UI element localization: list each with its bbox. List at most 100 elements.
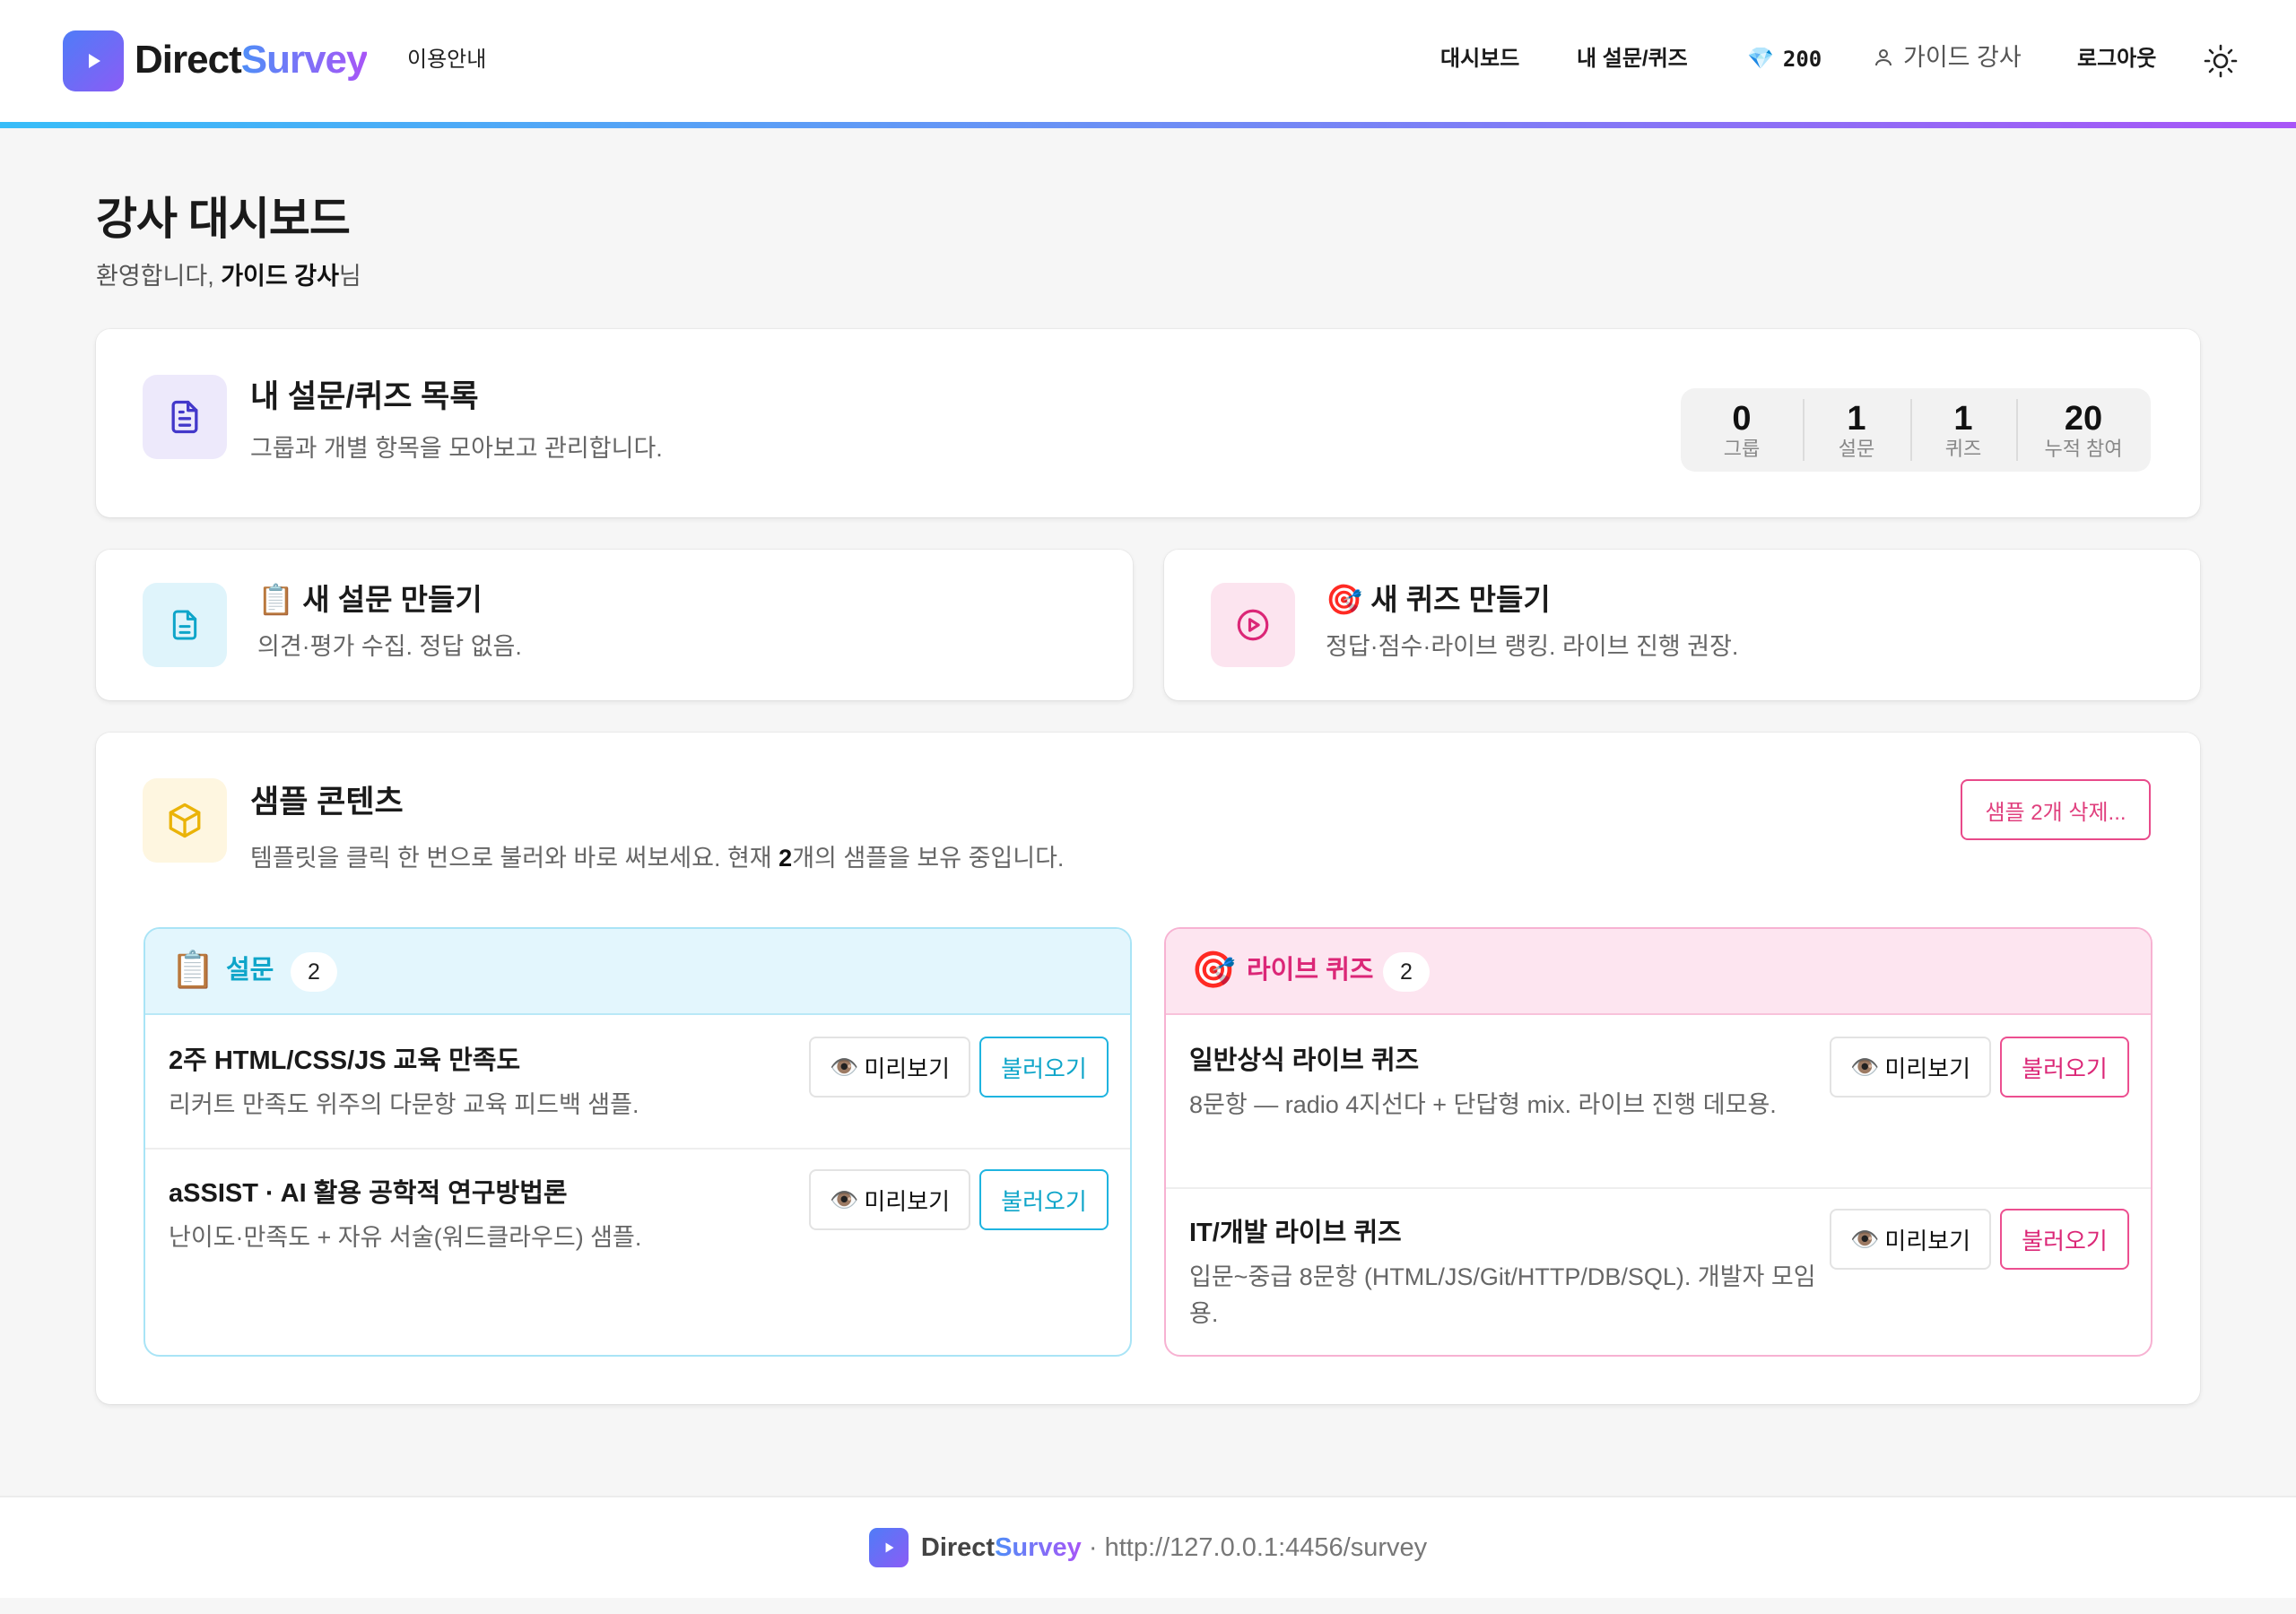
list-item: aSSIST · AI 활용 공학적 연구방법론 난이도·만족도 + 자유 서술… (145, 1150, 1130, 1282)
item-title: 일반상식 라이브 퀴즈 (1189, 1046, 1420, 1075)
target-icon: 🎯 (1326, 583, 1363, 616)
footer-text: DirectSurvey · http://127.0.0.1:4456/sur… (921, 1533, 1427, 1563)
create-quiz-title: 🎯 새 퀴즈 만들기 (1326, 579, 1551, 620)
target-icon: 🎯 (1191, 950, 1236, 990)
list-card-desc: 그룹과 개별 항목을 모아보고 관리합니다. (250, 435, 663, 462)
load-button[interactable]: 불러오기 (979, 1037, 1109, 1098)
eye-icon: 👁️ (1849, 1225, 1880, 1253)
brand-part-direct: Direct (135, 38, 242, 82)
samples-desc-count: 2 (778, 845, 793, 872)
samples-desc-prefix: 템플릿을 클릭 한 번으로 불러와 바로 써보세요. 현재 (250, 845, 779, 872)
create-survey-desc: 의견·평가 수집. 정답 없음. (257, 633, 522, 660)
item-desc: 난이도·만족도 + 자유 서술(워드클라우드) 샘플. (169, 1224, 642, 1251)
stat-label: 누적 참여 (2044, 437, 2123, 460)
create-quiz-desc: 정답·점수·라이브 랭킹. 라이브 진행 권장. (1326, 633, 1739, 660)
stat-value: 1 (1847, 399, 1866, 438)
create-survey-card[interactable]: 📋 새 설문 만들기 의견·평가 수집. 정답 없음. (96, 550, 1133, 700)
preview-label: 미리보기 (864, 1187, 951, 1215)
list-item: IT/개발 라이브 퀴즈 입문~중급 8문항 (HTML/JS/Git/HTTP… (1166, 1189, 2151, 1355)
eye-icon: 👁️ (1849, 1053, 1880, 1080)
logo-icon[interactable] (63, 30, 124, 91)
preview-label: 미리보기 (1884, 1227, 1971, 1254)
stat-label: 퀴즈 (1944, 437, 1982, 460)
item-title: IT/개발 라이브 퀴즈 (1189, 1219, 1402, 1247)
stat-value: 20 (2064, 399, 2103, 438)
preview-button[interactable]: 👁️ 미리보기 (1830, 1209, 1991, 1270)
preview-button[interactable]: 👁️ 미리보기 (1830, 1037, 1991, 1098)
guide-link[interactable]: 이용안내 (407, 45, 486, 75)
theme-toggle-sun-icon[interactable] (2203, 43, 2239, 79)
footer-brand-direct: Direct (920, 1532, 996, 1562)
stat-surveys: 1 설문 (1803, 388, 1910, 472)
welcome-prefix: 환영합니다, (96, 263, 222, 290)
document-icon (143, 375, 227, 459)
stat-value: 1 (1953, 399, 1973, 438)
create-survey-title: 📋 새 설문 만들기 (257, 579, 483, 620)
survey-panel-header: 📋 설문 2 (145, 929, 1130, 1015)
list-item: 일반상식 라이브 퀴즈 8문항 — radio 4지선다 + 단답형 mix. … (1166, 1017, 2151, 1189)
quiz-panel-header: 🎯 라이브 퀴즈 2 (1166, 929, 2151, 1015)
footer-logo-icon (868, 1528, 909, 1567)
header-accent-line (0, 122, 2296, 128)
stat-groups: 0 그룹 (1681, 388, 1803, 472)
create-quiz-card[interactable]: 🎯 새 퀴즈 만들기 정답·점수·라이브 랭킹. 라이브 진행 권장. (1164, 550, 2200, 700)
create-quiz-label: 새 퀴즈 만들기 (1370, 583, 1551, 616)
survey-panel-title: 설문 (226, 956, 274, 985)
preview-label: 미리보기 (864, 1054, 951, 1082)
preview-button[interactable]: 👁️ 미리보기 (809, 1169, 970, 1230)
load-button[interactable]: 불러오기 (979, 1169, 1109, 1230)
user-name: 가이드 강사 (1903, 44, 2022, 71)
stat-participation: 20 누적 참여 (2016, 388, 2151, 472)
survey-count-badge: 2 (291, 952, 337, 992)
gem-count: 200 (1782, 47, 1822, 72)
top-header: DirectSurvey 이용안내 대시보드 내 설문/퀴즈 💎 200 가이드… (0, 0, 2296, 122)
samples-desc: 템플릿을 클릭 한 번으로 불러와 바로 써보세요. 현재 2개의 샘플을 보유… (250, 842, 1064, 874)
load-button[interactable]: 불러오기 (2000, 1037, 2129, 1098)
footer: DirectSurvey · http://127.0.0.1:4456/sur… (0, 1496, 2296, 1598)
box-icon (143, 778, 227, 863)
survey-document-icon (143, 583, 227, 667)
user-icon (1875, 49, 1892, 66)
create-survey-label: 새 설문 만들기 (302, 583, 483, 616)
clipboard-icon: 📋 (170, 950, 215, 990)
item-desc: 8문항 — radio 4지선다 + 단답형 mix. 라이브 진행 데모용. (1189, 1091, 1777, 1118)
footer-url: · http://127.0.0.1:4456/survey (1081, 1532, 1428, 1562)
welcome-name: 가이드 강사 (221, 263, 339, 290)
item-desc: 리커트 만족도 위주의 다문항 교육 피드백 샘플. (169, 1091, 639, 1118)
gem-balance[interactable]: 💎 200 (1747, 43, 1822, 75)
nav-my-surveys[interactable]: 내 설문/퀴즈 (1577, 43, 1688, 75)
samples-title: 샘플 콘텐츠 (250, 785, 404, 820)
logout-link[interactable]: 로그아웃 (2077, 43, 2156, 75)
eye-icon: 👁️ (829, 1053, 859, 1080)
welcome-message: 환영합니다, 가이드 강사님 (96, 260, 361, 292)
quiz-panel-title: 라이브 퀴즈 (1247, 956, 1374, 985)
quiz-count-badge: 2 (1383, 952, 1430, 992)
samples-desc-suffix: 개의 샘플을 보유 중입니다. (792, 845, 1065, 872)
item-title: aSSIST · AI 활용 공학적 연구방법론 (169, 1179, 568, 1208)
survey-samples-panel: 📋 설문 2 2주 HTML/CSS/JS 교육 만족도 리커트 만족도 위주의… (144, 927, 1132, 1357)
user-menu[interactable]: 가이드 강사 (1873, 41, 2022, 74)
brand-part-survey: Survey (240, 38, 369, 82)
item-desc: 입문~중급 8문항 (HTML/JS/Git/HTTP/DB/SQL). 개발자… (1189, 1263, 1816, 1327)
footer-brand: DirectSurvey (921, 1533, 1082, 1562)
page-title: 강사 대시보드 (96, 194, 351, 244)
eye-icon: 👁️ (829, 1185, 859, 1213)
stat-quizzes: 1 퀴즈 (1910, 388, 2016, 472)
list-card-title: 내 설문/퀴즈 목록 (250, 379, 479, 414)
list-item: 2주 HTML/CSS/JS 교육 만족도 리커트 만족도 위주의 다문항 교육… (145, 1017, 1130, 1150)
gem-icon: 💎 (1747, 47, 1774, 71)
stat-label: 그룹 (1723, 437, 1761, 460)
nav-dashboard[interactable]: 대시보드 (1440, 43, 1519, 75)
load-button[interactable]: 불러오기 (2000, 1209, 2129, 1270)
preview-label: 미리보기 (1884, 1054, 1971, 1082)
item-title: 2주 HTML/CSS/JS 교육 만족도 (169, 1046, 521, 1075)
stats-bar: 0 그룹 1 설문 1 퀴즈 20 누적 참여 (1681, 388, 2151, 472)
welcome-suffix: 님 (338, 263, 361, 290)
brand-logo-text[interactable]: DirectSurvey (135, 34, 369, 86)
quiz-samples-panel: 🎯 라이브 퀴즈 2 일반상식 라이브 퀴즈 8문항 — radio 4지선다 … (1164, 927, 2152, 1357)
preview-button[interactable]: 👁️ 미리보기 (809, 1037, 970, 1098)
clipboard-icon: 📋 (257, 583, 295, 616)
footer-brand-survey: Survey (995, 1532, 1082, 1562)
play-circle-icon (1211, 583, 1295, 667)
delete-samples-button[interactable]: 샘플 2개 삭제... (1961, 779, 2151, 840)
